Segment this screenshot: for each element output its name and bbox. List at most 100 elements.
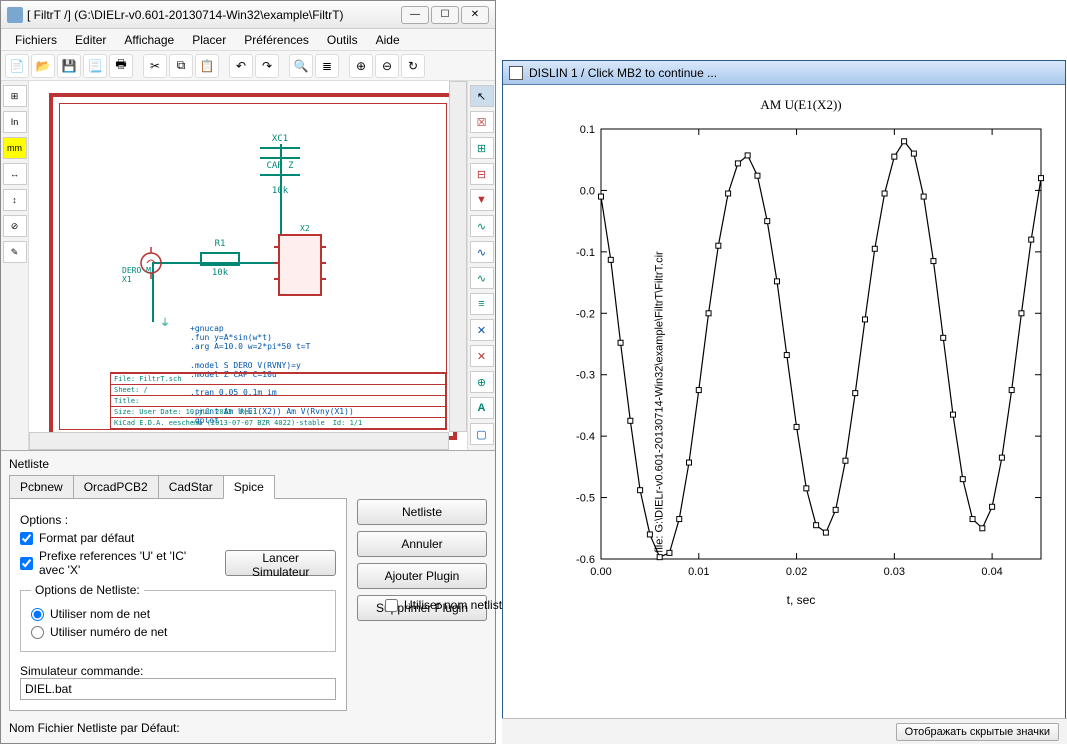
tool-paste-icon[interactable]: 📋 bbox=[195, 54, 219, 78]
tab-spice[interactable]: Spice bbox=[223, 475, 275, 499]
chk-use-netlist-name[interactable] bbox=[385, 599, 398, 612]
kicad-app-icon bbox=[7, 7, 23, 23]
netliste-panel: Netliste Pcbnew OrcadPCB2 CadStar Spice … bbox=[1, 450, 495, 743]
radio-use-name[interactable] bbox=[31, 608, 44, 621]
cap-val: CAP Z bbox=[260, 161, 300, 172]
tool-new-icon[interactable]: 📄 bbox=[5, 54, 29, 78]
maximize-button[interactable]: ☐ bbox=[431, 6, 459, 24]
title-block: File: FiltrT.sch Sheet: / Title: Size: U… bbox=[110, 372, 446, 429]
rt-pin-icon[interactable]: ▼ bbox=[470, 189, 494, 211]
tool-save-icon[interactable]: 💾 bbox=[57, 54, 81, 78]
svg-text:-0.1: -0.1 bbox=[576, 247, 595, 259]
tab-cadstar[interactable]: CadStar bbox=[158, 475, 224, 499]
rt-bus-icon[interactable]: ∿ bbox=[470, 241, 494, 263]
ajouter-plugin-button[interactable]: Ajouter Plugin bbox=[357, 563, 487, 589]
dislin-window: DISLIN 1 / Click MB2 to continue ... fil… bbox=[502, 60, 1066, 720]
tb-size: Size: User Date: 10 jul 2013 bbox=[114, 408, 232, 416]
launch-simulator-button[interactable]: Lancer Simulateur bbox=[225, 550, 336, 576]
menu-editer[interactable]: Editer bbox=[67, 31, 114, 49]
tool-find-icon[interactable]: 🔍 bbox=[289, 54, 313, 78]
lt-v-icon[interactable]: ↕ bbox=[3, 189, 27, 211]
radio-use-name-label: Utiliser nom de net bbox=[50, 607, 150, 621]
lt-cursor-icon[interactable]: ↔ bbox=[3, 163, 27, 185]
r1-val: 10k bbox=[200, 268, 240, 279]
left-toolbar: ⊞ In mm ↔ ↕ ⊘ ✎ bbox=[1, 81, 29, 450]
tool-zoom-out-icon[interactable]: ⊖ bbox=[375, 54, 399, 78]
kicad-titlebar[interactable]: [ FiltrT /] (G:\DIELr-v0.601-20130714-Wi… bbox=[1, 1, 495, 29]
main-toolbar: 📄 📂 💾 📃 🖶 ✂ ⧉ 📋 ↶ ↷ 🔍 ≣ ⊕ ⊖ ↻ bbox=[1, 51, 495, 81]
dislin-title-text: DISLIN 1 / Click MB2 to continue ... bbox=[529, 66, 717, 80]
tab-pcbnew[interactable]: Pcbnew bbox=[9, 475, 74, 499]
svg-text:0.02: 0.02 bbox=[786, 566, 807, 578]
tool-print-icon[interactable]: 🖶 bbox=[109, 54, 133, 78]
tool-netlist-icon[interactable]: ≣ bbox=[315, 54, 339, 78]
tool-undo-icon[interactable]: ↶ bbox=[229, 54, 253, 78]
close-button[interactable]: ✕ bbox=[461, 6, 489, 24]
chk-prefix-label: Prefixe references 'U' et 'IC' avec 'X' bbox=[39, 549, 213, 577]
netliste-footer: Nom Fichier Netliste par Défaut: bbox=[9, 721, 347, 735]
svg-text:-0.4: -0.4 bbox=[576, 431, 595, 443]
rt-power-icon[interactable]: ⊟ bbox=[470, 163, 494, 185]
cap-val2: 10k bbox=[260, 186, 300, 197]
rt-text-icon[interactable]: A bbox=[470, 397, 494, 419]
tb-file: File: FiltrT.sch bbox=[114, 375, 181, 383]
kicad-title: [ FiltrT /] (G:\DIELr-v0.601-20130714-Wi… bbox=[27, 8, 401, 22]
menu-affichage[interactable]: Affichage bbox=[116, 31, 182, 49]
taskbar-hidden-icons-button[interactable]: Отображать скрытые значки bbox=[896, 723, 1059, 741]
chk-format-default[interactable] bbox=[20, 532, 33, 545]
tb-sheet: Sheet: / bbox=[114, 386, 148, 394]
lt-noentry-icon[interactable]: ⊘ bbox=[3, 215, 27, 237]
rt-wire-icon[interactable]: ∿ bbox=[470, 215, 494, 237]
lt-in-icon[interactable]: In bbox=[3, 111, 27, 133]
radio-use-number[interactable] bbox=[31, 626, 44, 639]
schematic-canvas[interactable]: DERO M X1 XC1 CAP Z 10k R1 10k X2 bbox=[29, 81, 467, 450]
r1-ref: R1 bbox=[200, 239, 240, 250]
lt-grid-icon[interactable]: ⊞ bbox=[3, 85, 27, 107]
capacitor-component: XC1 CAP Z 10k bbox=[260, 134, 300, 196]
svg-text:-0.3: -0.3 bbox=[576, 370, 595, 382]
rt-sheet-icon[interactable]: ▢ bbox=[470, 423, 494, 445]
rt-noconn-icon[interactable]: ✕ bbox=[470, 319, 494, 341]
menu-preferences[interactable]: Préférences bbox=[236, 31, 317, 49]
taskbar: Отображать скрытые значки bbox=[502, 718, 1067, 744]
tool-open-icon[interactable]: 📂 bbox=[31, 54, 55, 78]
svg-text:-0.6: -0.6 bbox=[576, 554, 595, 566]
minimize-button[interactable]: — bbox=[401, 6, 429, 24]
canvas-scroll-h[interactable] bbox=[29, 432, 449, 450]
menu-outils[interactable]: Outils bbox=[319, 31, 366, 49]
tool-copy-icon[interactable]: ⧉ bbox=[169, 54, 193, 78]
menu-aide[interactable]: Aide bbox=[368, 31, 408, 49]
canvas-scroll-v[interactable] bbox=[449, 81, 467, 432]
tab-orcad[interactable]: OrcadPCB2 bbox=[73, 475, 159, 499]
svg-text:-0.2: -0.2 bbox=[576, 308, 595, 320]
rt-entry-icon[interactable]: ∿ bbox=[470, 267, 494, 289]
tool-zoom-in-icon[interactable]: ⊕ bbox=[349, 54, 373, 78]
tool-page-icon[interactable]: 📃 bbox=[83, 54, 107, 78]
rt-junction-icon[interactable]: ✕ bbox=[470, 345, 494, 367]
rt-label-icon[interactable]: ⊕ bbox=[470, 371, 494, 393]
menu-fichiers[interactable]: Fichiers bbox=[7, 31, 65, 49]
chart-area: file: G:\DIELr-v0.601-20130714-Win32\exa… bbox=[503, 85, 1065, 719]
tool-redo-icon[interactable]: ↷ bbox=[255, 54, 279, 78]
rt-component-icon[interactable]: ⊞ bbox=[470, 137, 494, 159]
tb-title: Title: bbox=[114, 397, 139, 405]
rt-select-icon[interactable]: ↖ bbox=[470, 85, 494, 107]
lt-mm-icon[interactable]: mm bbox=[3, 137, 27, 159]
netliste-button[interactable]: Netliste bbox=[357, 499, 487, 525]
sim-command-input[interactable] bbox=[20, 678, 336, 700]
options-label: Options : bbox=[20, 513, 68, 527]
menu-placer[interactable]: Placer bbox=[184, 31, 234, 49]
rt-busentry-icon[interactable]: ≡ bbox=[470, 293, 494, 315]
svg-text:0.00: 0.00 bbox=[590, 566, 611, 578]
tool-cut-icon[interactable]: ✂ bbox=[143, 54, 167, 78]
source-label: DERO M X1 bbox=[122, 266, 151, 284]
rt-highlight-icon[interactable]: ☒ bbox=[470, 111, 494, 133]
tool-refresh-icon[interactable]: ↻ bbox=[401, 54, 425, 78]
kicad-window: [ FiltrT /] (G:\DIELr-v0.601-20130714-Wi… bbox=[0, 0, 496, 744]
lt-pencil-icon[interactable]: ✎ bbox=[3, 241, 27, 263]
menubar: Fichiers Editer Affichage Placer Préfére… bbox=[1, 29, 495, 51]
netlist-options-fieldset: Options de Netliste: Utiliser nom de net… bbox=[20, 583, 336, 652]
annuler-button[interactable]: Annuler bbox=[357, 531, 487, 557]
dislin-titlebar[interactable]: DISLIN 1 / Click MB2 to continue ... bbox=[503, 61, 1065, 85]
chk-prefix[interactable] bbox=[20, 557, 33, 570]
